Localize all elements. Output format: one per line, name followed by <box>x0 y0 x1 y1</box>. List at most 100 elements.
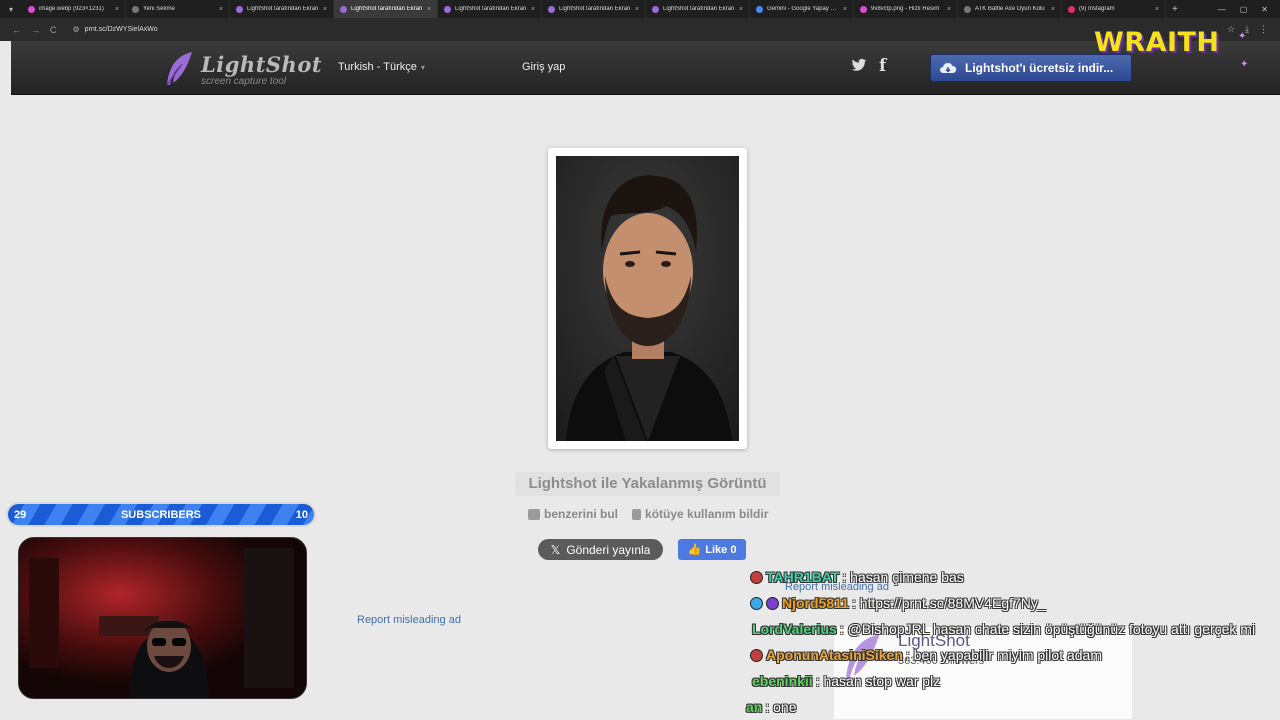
close-tab-icon[interactable]: × <box>531 6 535 13</box>
image-icon <box>28 5 35 13</box>
browser-tab[interactable]: ATK Battle Axe Oyun Kolu × <box>958 0 1062 18</box>
x-post-label: Gönderi yayınla <box>566 542 651 557</box>
close-tab-icon[interactable]: × <box>843 6 847 13</box>
globe-icon <box>132 5 139 13</box>
x-post-button[interactable]: 𝕏 Gönderi yayınla <box>538 539 663 560</box>
facebook-icon[interactable]: f <box>879 56 886 76</box>
browser-tab[interactable]: LightShot tarafından Ekran × <box>646 0 750 18</box>
thumbs-up-icon: 👍 <box>687 544 702 556</box>
tab-title: LightShot tarafından Ekran <box>559 6 631 12</box>
window-controls: — ▢ ✕ <box>1218 5 1280 14</box>
tab-title: 9v8vctp.png - Hızlı Resim <box>871 6 940 12</box>
chat-text: : hasan stop war plz <box>815 673 941 689</box>
screenshot-actions: benzerini bul kötüye kullanım bildir <box>528 507 768 521</box>
screenshot-frame <box>548 148 747 449</box>
chat-message: Njord5811: https://prnt.sc/88MV4Egf7Ny_ <box>750 595 1046 611</box>
wraith-overlay-logo: WRAITH ✦ ✦ <box>1090 27 1250 71</box>
tab-list: image.webp (923×1231) × Yeni Sekme × LightSh… <box>22 0 1166 18</box>
chat-text: : hasan çimene bas <box>842 569 964 585</box>
sparkle-icon: ✦ <box>1238 31 1247 42</box>
chat-username: TAHR1BAT <box>766 569 840 585</box>
gemini-icon <box>756 5 763 13</box>
feather-logo-icon <box>166 52 192 86</box>
logo-name: LightShot <box>201 52 323 77</box>
chat-text: : one <box>765 699 797 715</box>
browser-tab[interactable]: LightShot tarafından Ekran × <box>230 0 334 18</box>
report-abuse-link[interactable]: kötüye kullanım bildir <box>632 507 768 521</box>
menu-icon[interactable]: ⋮ <box>1259 24 1268 35</box>
tab-title: Gemini - Google Yapay Zeka <box>767 6 839 12</box>
browser-tab[interactable]: LightShot tarafından Ekran × <box>542 0 646 18</box>
chat-message: TAHR1BAT: hasan çimene bas <box>750 569 964 585</box>
lightshot-icon <box>548 5 555 13</box>
close-tab-icon[interactable]: × <box>1155 6 1159 13</box>
site-info-icon[interactable]: ⚙ <box>73 25 80 34</box>
chat-text: : @BishopJRL hasan chate sizin öpüştüğün… <box>839 621 1256 637</box>
language-select[interactable]: Turkish - Türkçe ▾ <box>338 61 425 73</box>
chat-badge-icon <box>750 570 763 584</box>
chat-username: AponunAtasiniSiken <box>766 647 903 663</box>
chat-text: : https://prnt.sc/88MV4Egf7Ny_ <box>851 595 1046 611</box>
browser-tab[interactable]: 9v8vctp.png - Hızlı Resim × <box>854 0 958 18</box>
tab-search-icon[interactable]: ▾ <box>0 0 22 18</box>
sparkle-icon: ✦ <box>1240 59 1249 70</box>
report-misleading-ad-link[interactable]: Report misleading ad <box>357 614 461 626</box>
url-field[interactable]: ⚙ prnt.sc/DzWYSielAxWo <box>73 25 158 34</box>
tab-title: LightShot tarafından Ekran <box>455 6 527 12</box>
tab-title: image.webp (923×1231) <box>39 6 104 12</box>
language-label: Turkish - Türkçe <box>338 61 417 73</box>
minimize-icon[interactable]: — <box>1218 5 1226 14</box>
chevron-down-icon: ▾ <box>420 62 425 72</box>
screenshot-image[interactable] <box>556 156 739 441</box>
like-label: Like 0 <box>705 543 737 556</box>
close-tab-icon[interactable]: × <box>323 6 327 13</box>
browser-tab[interactable]: LightShot tarafından Ekran × <box>438 0 542 18</box>
chat-message: LordValerius: @BishopJRL hasan chate siz… <box>752 621 1255 637</box>
subs-label: SUBSCRIBERS <box>120 509 202 521</box>
tab-title: LightShot tarafından Ekran <box>663 6 735 12</box>
logo-tagline: screen capture tool <box>201 76 287 87</box>
lightshot-icon <box>340 5 347 13</box>
close-window-icon[interactable]: ✕ <box>1261 5 1268 14</box>
browser-tab[interactable]: (9) Instagram × <box>1062 0 1166 18</box>
chat-badge-icon <box>750 596 763 610</box>
close-tab-icon[interactable]: × <box>947 6 951 13</box>
forward-button[interactable]: → <box>31 25 40 35</box>
browser-tab[interactable]: Gemini - Google Yapay Zeka × <box>750 0 854 18</box>
twitter-icon[interactable] <box>851 57 867 73</box>
url-text: prnt.sc/DzWYSielAxWo <box>84 26 158 33</box>
back-button[interactable]: ← <box>12 25 21 35</box>
chat-username: LordValerius <box>752 621 837 637</box>
browser-tab[interactable]: Yeni Sekme × <box>126 0 230 18</box>
close-tab-icon[interactable]: × <box>739 6 743 13</box>
lightshot-icon <box>652 5 659 13</box>
image-icon <box>860 5 867 13</box>
subscribers-bar: 29 SUBSCRIBERS 10 <box>6 502 316 527</box>
browser-tab[interactable]: image.webp (923×1231) × <box>22 0 126 18</box>
maximize-icon[interactable]: ▢ <box>1240 5 1248 14</box>
new-tab-button[interactable]: + <box>1166 4 1184 15</box>
facebook-like-button[interactable]: 👍 Like 0 <box>678 539 746 560</box>
browser-tab[interactable]: LightShot tarafından Ekran × <box>334 0 438 18</box>
screenshot-caption: Lightshot ile Yakalanmış Görüntü <box>515 472 780 496</box>
find-similar-label: benzerini bul <box>544 507 619 521</box>
tab-title: (9) Instagram <box>1079 6 1115 12</box>
report-abuse-label: kötüye kullanım bildir <box>645 507 769 521</box>
report-icon <box>632 508 642 520</box>
lightshot-icon <box>444 5 451 13</box>
webcam-feed <box>19 538 306 698</box>
close-tab-icon[interactable]: × <box>115 6 119 13</box>
login-link[interactable]: Giriş yap <box>522 61 565 73</box>
find-similar-link[interactable]: benzerini bul <box>528 507 618 521</box>
close-tab-icon[interactable]: × <box>1051 6 1055 13</box>
lightshot-logo[interactable]: LightShot screen capture tool <box>164 49 322 89</box>
close-tab-icon[interactable]: × <box>219 6 223 13</box>
lightshot-icon <box>236 5 243 13</box>
close-tab-icon[interactable]: × <box>635 6 639 13</box>
chat-text: : ben yapabilir miyim pilot adam <box>905 647 1102 663</box>
chat-username: an <box>746 699 763 715</box>
chat-message: ebeninkii: hasan stop war plz <box>752 673 940 689</box>
close-tab-icon[interactable]: × <box>427 6 431 13</box>
chat-username: Njord5811 <box>782 595 849 611</box>
reload-button[interactable]: C <box>50 25 57 35</box>
